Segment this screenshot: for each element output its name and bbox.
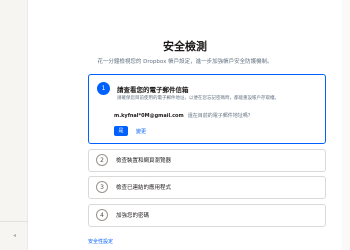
step-description: 請確保您目前使用的電子郵件地址，以便在您忘記密碼時，都能重設帳戶存取權。 (117, 96, 279, 101)
email-confirm-line: m.kyfnal*0M@gmail.com 還在目前的電子郵件地址嗎？ (114, 112, 253, 119)
change-email-link[interactable]: 變更 (136, 128, 146, 135)
page-subtitle: 花一分鐘檢視您的 Dropbox 帳戶設定，進一步加強帳戶安全防護機制。 (97, 59, 273, 65)
left-sidebar: ◂ (0, 0, 28, 250)
step-number-badge: 1 (97, 82, 110, 95)
step-label: 加強您的密碼 (116, 213, 150, 219)
step-label: 檢查已連結的應用程式 (116, 185, 172, 191)
security-settings-link[interactable]: 安全性設定 (88, 238, 113, 245)
step-card-devices[interactable]: 2 檢查裝置和網頁瀏覽器 (88, 149, 326, 172)
page-title: 安全檢測 (163, 40, 207, 53)
scrollbar-track[interactable] (342, 0, 350, 250)
step-card-linked-apps[interactable]: 3 檢查已連結的應用程式 (88, 176, 326, 199)
step-card-password[interactable]: 4 加強您的密碼 (88, 204, 326, 227)
step-title: 請查看您的電子郵件信箱 (117, 86, 189, 94)
confirm-email-button[interactable]: 是 (114, 126, 128, 136)
step-number-badge: 2 (96, 154, 108, 166)
step-label: 檢查裝置和網頁瀏覽器 (116, 158, 172, 164)
email-address: m.kyfnal*0M@gmail.com (114, 113, 184, 119)
sidebar-divider (0, 221, 28, 222)
step-card-check-email: 1 請查看您的電子郵件信箱 請確保您目前使用的電子郵件地址，以便在您忘記密碼時，… (88, 74, 326, 144)
step-number-badge: 4 (96, 209, 108, 221)
email-question: 還在目前的電子郵件地址嗎？ (187, 113, 253, 119)
step-number-badge: 3 (96, 181, 108, 193)
sidebar-collapse-icon[interactable]: ◂ (13, 233, 16, 239)
security-checkup-window: ◂ 安全檢測 花一分鐘檢視您的 Dropbox 帳戶設定，進一步加強帳戶安全防護… (0, 0, 350, 250)
